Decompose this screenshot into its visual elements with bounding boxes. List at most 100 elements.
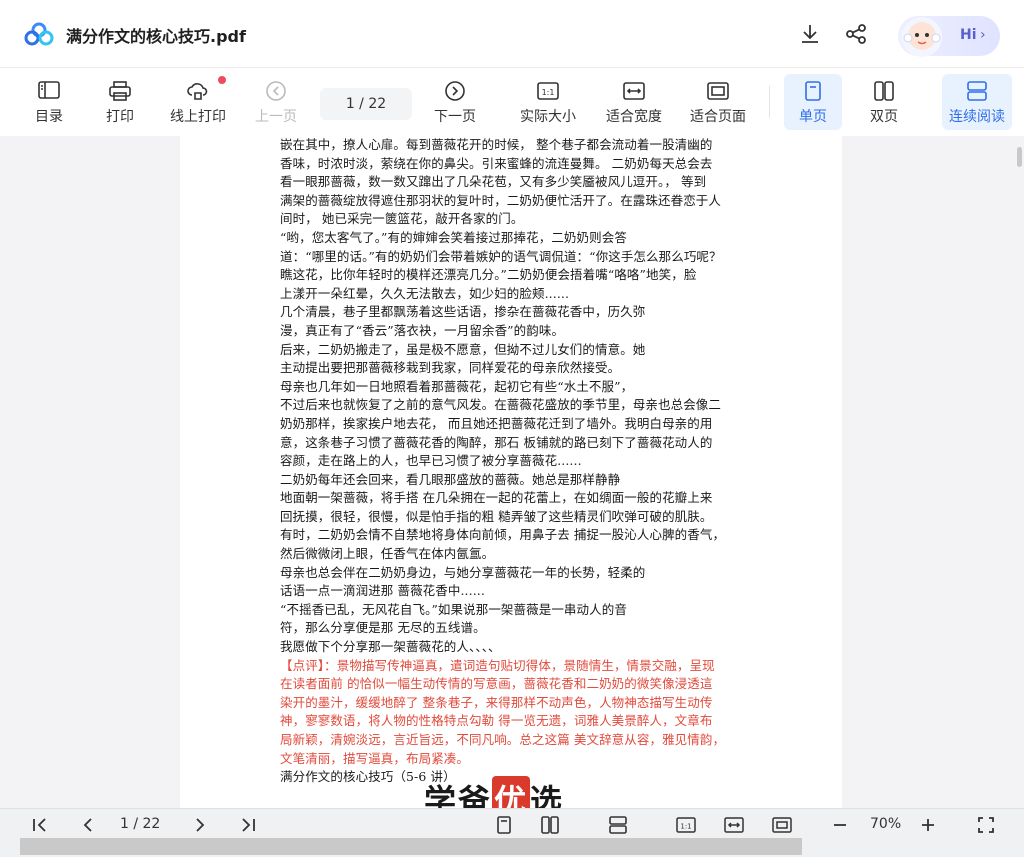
text-line: 后来，二奶奶搬走了，虽是极不愿意，但拗不过儿女们的情意。她 [280, 341, 646, 357]
text-line: 主动提出要把那蔷薇移栽到我家，同样爱花的母亲欣然接受。 [280, 360, 621, 376]
single-page-icon [805, 81, 821, 101]
next-page-label: 下一页 [434, 109, 476, 125]
svg-text:1:1: 1:1 [680, 823, 691, 831]
text-line: 有时，二奶奶会情不自禁地将身体向前倾，用鼻子去 捕捉一股沁人心脾的香气， [280, 527, 726, 543]
prev-page-button[interactable]: 上一页 [252, 74, 300, 130]
app-header: 满分作文的核心技巧.pdf Hi › [0, 0, 1024, 68]
next-page-button[interactable]: 下一页 [430, 74, 480, 130]
text-line: 漫，真正有了“香云”落衣袂，一月留余香”的韵味。 [280, 322, 565, 338]
fit-width-button[interactable]: 适合宽度 [602, 74, 666, 130]
single-page-bottom-icon[interactable] [494, 815, 514, 835]
assistant-label: Hi [960, 27, 977, 43]
toc-button[interactable]: 目录 [26, 74, 72, 130]
next-page-icon [445, 81, 465, 101]
toolbar-divider [769, 86, 770, 118]
text-line: 二奶奶每年还会回来，看几眼那盛放的蔷薇。她总是那样静静 [280, 471, 621, 487]
bottom-bar: 1 / 22 1:1 70% [0, 808, 1024, 840]
comment-line: 局新颖，清婉淡远，言近旨远，不同凡响。总之这篇 美文辞意从容，雅见情韵， [280, 732, 726, 747]
fit-width-label: 适合宽度 [606, 109, 662, 125]
single-page-label: 单页 [799, 109, 827, 125]
printer-icon [109, 81, 131, 101]
online-print-label: 线上打印 [170, 109, 226, 125]
notification-dot [218, 76, 226, 84]
prev-page-bottom-icon[interactable] [78, 815, 98, 835]
text-line: 回抚摸，很轻，很慢，似是怕手指的粗 糙弄皱了这些精灵们吹弹可破的肌肤。 [280, 508, 713, 524]
text-line: “哟，您太客气了。”有的婶婶会笑着接过那捧花，二奶奶则会答 [280, 229, 627, 245]
print-label: 打印 [106, 109, 134, 125]
text-line: 满架的蔷薇绽放得遮住那羽状的复叶时，二奶奶便忙活开了。在露珠还眷恋于人 [280, 192, 722, 208]
download-icon[interactable] [798, 22, 822, 46]
text-line: 奶奶那样，挨家挨户地去花， 而且她还把蔷薇花迁到了墙外。我明白母亲的用 [280, 415, 713, 431]
page-text: 嵌在其中，撩人心扉。每到蔷薇花开的时候， 整个巷子都会流动着一股清幽的 香味，时浓… [280, 136, 744, 787]
toc-label: 目录 [35, 109, 63, 125]
continuous-read-label: 连续阅读 [949, 109, 1005, 125]
text-line: “不摇香已乱，无风花自飞。”如果说那一架蔷薇是一串动人的音 [280, 601, 627, 617]
comment-line: 【点评】：景物描写传神逼真，遣词造句贴切得体，景随情生，情景交融，呈现 [280, 657, 715, 673]
text-line: 母亲也总会伴在二奶奶身边，与她分享蔷薇花一年的长势，轻柔的 [280, 564, 646, 580]
comment-line: 染开的墨汁，缓缓地醉了 整条巷子，来得那样不动声色，人物神态描写生动传 [280, 694, 713, 710]
print-button[interactable]: 打印 [98, 74, 142, 130]
prev-page-label: 上一页 [255, 109, 297, 125]
text-line: 我愿做下个分享那一架蔷薇花的人、、、、 [280, 639, 501, 655]
page-indicator[interactable]: 1 / 22 [320, 88, 412, 120]
text-line: 容颜，走在路上的人，也早已习惯了被分享蔷薇花...... [280, 453, 582, 469]
text-line: 香味，时浓时淡，萦绕在你的鼻尖。引来蜜蜂的流连曼舞。 二奶奶每天总会去 [280, 155, 713, 171]
fit-width-bottom-icon[interactable] [724, 815, 744, 835]
zoom-in-icon[interactable] [918, 815, 938, 835]
zoom-out-icon[interactable] [830, 815, 850, 835]
text-line: 看一眼那蔷薇，数一数又蹿出了几朵花苞，又有多少笑靥被风儿逗开。， 等到 [280, 174, 707, 190]
fit-page-label: 适合页面 [690, 109, 746, 125]
actual-size-button[interactable]: 1:1 实际大小 [516, 74, 580, 130]
continuous-icon [967, 81, 987, 101]
next-page-bottom-icon[interactable] [190, 815, 210, 835]
text-line: 话语一点一滴润进那 蔷薇花香中...... [280, 583, 485, 599]
toolbar: 目录 打印 线上打印 上一页 1 / 22 下一页 1:1 实际大小 适合宽度 … [0, 68, 1024, 136]
document-viewport[interactable]: 嵌在其中，撩人心扉。每到蔷薇花开的时候， 整个巷子都会流动着一股清幽的 香味，时浓… [0, 136, 1024, 808]
actual-size-label: 实际大小 [520, 109, 576, 125]
fullscreen-icon[interactable] [976, 815, 996, 835]
document-title: 满分作文的核心技巧.pdf [66, 27, 246, 46]
assistant-avatar-icon [902, 17, 942, 57]
chevron-right-icon: › [980, 27, 986, 43]
pdf-page: 嵌在其中，撩人心扉。每到蔷薇花开的时候， 整个巷子都会流动着一股清幽的 香味，时浓… [180, 136, 842, 808]
fit-page-button[interactable]: 适合页面 [686, 74, 750, 130]
comment-line: 在读者面前 的恰似一幅生动传情的写意画，蔷薇花香和二奶奶的微笑像浸透這 [280, 676, 713, 692]
prev-page-icon [266, 81, 286, 101]
comment-line: 神，寥寥数语，将人物的性格特点勾勒 得一览无遗，词雅人美景醉人，文章布 [280, 713, 713, 729]
fit-page-bottom-icon[interactable] [772, 815, 792, 835]
text-line: 道：“哪里的话。”有的奶奶们会带着嫉妒的语气调侃道：“你这手怎么那么巧呢？ [280, 248, 722, 264]
first-page-icon[interactable] [30, 815, 50, 835]
horizontal-scrollbar[interactable] [20, 838, 802, 855]
text-line: 间时， 她已采完一篋篮花，敲开各家的门。 [280, 211, 524, 227]
single-page-button[interactable]: 单页 [784, 74, 842, 130]
two-page-icon [874, 81, 894, 101]
two-page-button[interactable]: 双页 [858, 74, 910, 130]
last-page-icon[interactable] [238, 815, 258, 835]
text-line: 母亲也几年如一日地照看着那蔷薇花，起初它有些“水土不服”， [280, 378, 634, 394]
two-page-label: 双页 [870, 109, 898, 125]
two-page-bottom-icon[interactable] [540, 815, 560, 835]
text-line: 上漾开一朵红晕，久久无法散去，如少妇的脸颊...... [280, 285, 570, 301]
text-line: 意，这条巷子习惯了蔷薇花香的陶醉，那石 板铺就的路已刻下了蔷薇花动人的 [280, 434, 713, 450]
text-line: 嵌在其中，撩人心扉。每到蔷薇花开的时候， 整个巷子都会流动着一股清幽的 [280, 137, 713, 152]
text-line: 瞧这花，比你年轻时的模样还漂亮几分。”二奶奶便会捂着嘴“咯咯”地笑，脸 [280, 267, 697, 283]
assistant-button[interactable]: Hi › [898, 16, 1000, 57]
actual-size-icon: 1:1 [537, 82, 559, 100]
app-logo-icon [24, 22, 54, 46]
fit-width-icon [623, 82, 645, 100]
text-line: 然后微微闭上眼，任香气在体内氤氲。 [280, 546, 495, 562]
cloud-print-icon [187, 83, 208, 100]
continuous-read-button[interactable]: 连续阅读 [942, 74, 1012, 130]
text-line: 地面朝一架蔷薇，将手搭 在几朵拥在一起的花蕾上，在如绸面一般的花瓣上来 [280, 490, 713, 506]
toc-icon [38, 81, 60, 99]
vertical-scrollbar[interactable] [1017, 147, 1022, 167]
continuous-bottom-icon[interactable] [608, 815, 628, 835]
zoom-level[interactable]: 70% [870, 816, 901, 832]
bottom-page-indicator[interactable]: 1 / 22 [120, 816, 160, 832]
fit-page-icon [707, 82, 729, 100]
actual-size-bottom-icon[interactable]: 1:1 [676, 815, 696, 835]
comment-line: 文笔清丽，描写逼真，布局紧凑。 [280, 750, 470, 766]
share-icon[interactable] [844, 22, 868, 46]
text-line: 不过后来也就恢复了之前的意气风发。在蔷薇花盛放的季节里，母亲也总会像二 [280, 397, 722, 413]
svg-text:1:1: 1:1 [542, 88, 555, 97]
